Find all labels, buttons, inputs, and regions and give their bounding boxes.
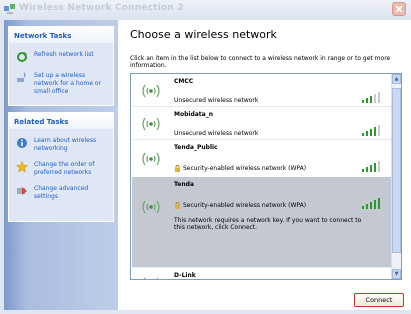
network-ssid: Mobidata_n bbox=[174, 111, 213, 118]
title-bar: Wireless Network Connection 2 bbox=[0, 0, 411, 19]
change-advanced-settings-link[interactable]: Change advanced settings bbox=[9, 185, 113, 201]
page-title: Choose a wireless network bbox=[130, 28, 277, 41]
network-ssid: Tenda_Public bbox=[174, 144, 218, 151]
network-ssid: D-Link bbox=[174, 272, 196, 279]
network-security: Unsecured wireless network bbox=[174, 130, 259, 137]
task-sidebar: Network Tasks Refresh network list Set u… bbox=[4, 20, 118, 310]
refresh-network-list-link[interactable]: Refresh network list bbox=[9, 51, 113, 62]
network-item-mobidata-n[interactable]: Mobidata_n Unsecured wireless network bbox=[132, 107, 392, 139]
instructions: Click an item in the list below to conne… bbox=[130, 55, 391, 69]
network-tasks-panel: Network Tasks Refresh network list Set u… bbox=[8, 26, 114, 106]
wireless-antenna-icon bbox=[142, 152, 160, 166]
change-advanced-settings-label: Change advanced settings bbox=[34, 185, 89, 200]
star-icon bbox=[16, 161, 28, 173]
change-order-label: Change the order of preferred networks bbox=[34, 161, 95, 176]
change-order-link[interactable]: Change the order of preferred networks bbox=[9, 161, 113, 177]
network-security: Unsecured wireless network bbox=[174, 97, 259, 104]
learn-wireless-label: Learn about wireless networking bbox=[34, 137, 97, 152]
signal-strength-icon bbox=[362, 160, 384, 172]
network-tasks-heading: Network Tasks bbox=[9, 27, 113, 43]
scroll-down-button[interactable]: ▼ bbox=[392, 269, 401, 279]
network-ssid: Tenda bbox=[174, 181, 194, 188]
main-content: Choose a wireless network Click an item … bbox=[118, 20, 411, 310]
network-key-message: This network requires a network key. If … bbox=[174, 217, 362, 231]
window-title: Wireless Network Connection 2 bbox=[19, 3, 184, 13]
network-item-tenda[interactable]: Tenda Security-enabled wireless network … bbox=[132, 177, 392, 267]
signal-strength-icon bbox=[362, 91, 384, 103]
scroll-thumb[interactable] bbox=[392, 88, 401, 253]
lock-icon bbox=[175, 165, 180, 172]
network-list[interactable]: CMCC Unsecured wireless network Mobidata… bbox=[130, 73, 402, 280]
network-list-scrollbar[interactable]: ▲ ▼ bbox=[391, 74, 401, 279]
wireless-setup-icon bbox=[17, 72, 26, 82]
wireless-antenna-icon bbox=[142, 84, 160, 98]
signal-strength-icon bbox=[362, 124, 384, 136]
scroll-up-button[interactable]: ▲ bbox=[392, 74, 401, 84]
network-item-tenda-public[interactable]: Tenda_Public Security-enabled wireless n… bbox=[132, 140, 392, 176]
set-up-wireless-network-link[interactable]: Set up a wireless network for a home or … bbox=[9, 72, 113, 96]
help-icon bbox=[17, 138, 27, 148]
network-security: Security-enabled wireless network (WPA) bbox=[183, 165, 307, 172]
wireless-antenna-icon bbox=[143, 277, 159, 279]
connect-button[interactable]: Connect bbox=[354, 293, 404, 307]
settings-icon bbox=[17, 187, 27, 195]
close-button[interactable] bbox=[392, 2, 406, 16]
related-tasks-heading: Related Tasks bbox=[9, 113, 113, 129]
set-up-wireless-network-label: Set up a wireless network for a home or … bbox=[34, 72, 102, 95]
wireless-antenna-icon bbox=[142, 117, 160, 131]
refresh-icon bbox=[17, 52, 27, 62]
lock-icon bbox=[175, 202, 180, 209]
network-ssid: CMCC bbox=[174, 78, 194, 85]
close-icon bbox=[395, 5, 403, 13]
signal-strength-icon bbox=[362, 197, 384, 209]
wireless-antenna-icon bbox=[142, 200, 160, 214]
network-connection-icon bbox=[4, 4, 15, 14]
related-tasks-panel: Related Tasks Learn about wireless netwo… bbox=[8, 112, 114, 222]
learn-wireless-link[interactable]: Learn about wireless networking bbox=[9, 137, 113, 153]
network-item-cmcc[interactable]: CMCC Unsecured wireless network bbox=[132, 74, 392, 106]
network-item-d-link[interactable]: D-Link bbox=[132, 268, 392, 279]
refresh-network-list-label: Refresh network list bbox=[34, 51, 94, 58]
network-security: Security-enabled wireless network (WPA) bbox=[183, 202, 307, 209]
